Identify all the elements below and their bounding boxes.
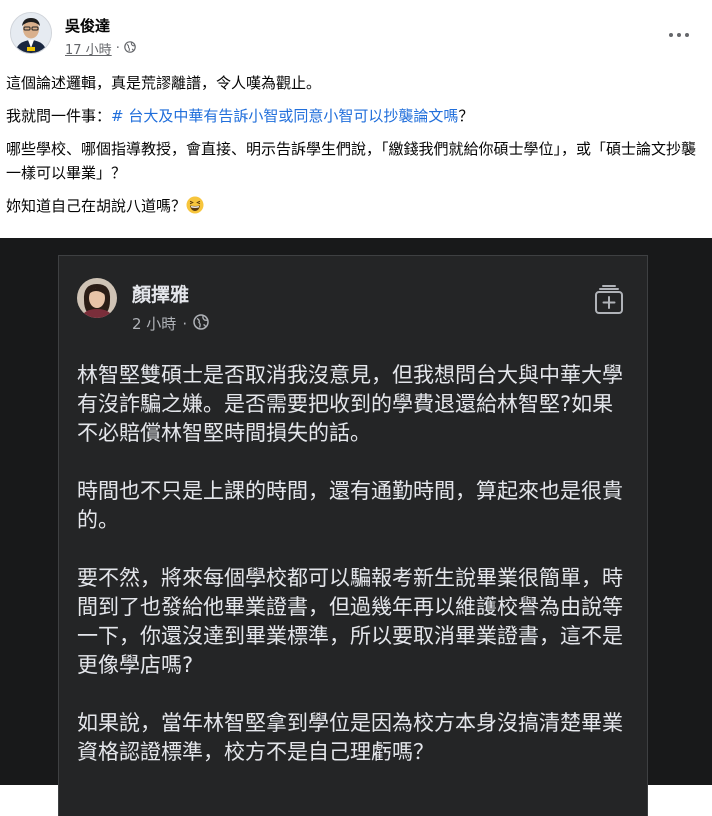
embedded-author-avatar [77, 278, 117, 318]
post-body: 這個論述邏輯，真是荒謬離譜，令人嘆為觀止。 我就問一件事：# 台大及中華有告訴小… [6, 71, 696, 227]
grinning-sweat-emoji-icon [186, 196, 204, 214]
embedded-paragraph: 林智堅雙碩士是否取消我沒意見，但我想問台大與中華大學有沒詐騙之嫌。是否需要把收到… [77, 363, 623, 445]
more-options-icon[interactable] [666, 22, 692, 48]
author-name[interactable]: 吳俊達 [65, 15, 110, 36]
save-post-icon [593, 284, 625, 316]
embedded-paragraph: 時間也不只是上課的時間，還有通勤時間，算起來也是很貴的。 [77, 479, 623, 532]
embedded-paragraph: 如果說，當年林智堅拿到學位是因為校方本身沒搞清楚畢業資格認證標準，校方不是自己理… [77, 711, 623, 764]
author-avatar[interactable] [10, 12, 52, 54]
closing-question: 妳知道自己在胡說八道嗎？ [6, 197, 187, 215]
meta-separator: · [115, 41, 120, 56]
post-timestamp[interactable]: 17 小時 [65, 39, 112, 58]
question-prefix: 我就問一件事： [6, 107, 112, 125]
embedded-post-meta: 2 小時 · [132, 313, 209, 334]
post-paragraph: 我就問一件事：# 台大及中華有告訴小智或同意小智可以抄襲論文嗎？ [6, 104, 696, 128]
post-paragraph: 這個論述邏輯，真是荒謬離譜，令人嘆為觀止。 [6, 74, 322, 92]
embedded-screenshot[interactable]: 顏擇雅 2 小時 · 林智堅雙碩士是否取消我沒意見，但我想問台大與中華大學有沒詐… [0, 238, 712, 816]
hashtag-link[interactable]: # 台大及中華有告訴小智或同意小智可以抄襲論文嗎 [111, 107, 458, 125]
embedded-globe-icon [193, 313, 209, 334]
embedded-timestamp: 2 小時 [132, 315, 177, 333]
embedded-paragraph: 要不然，將來每個學校都可以騙報考新生說畢業很簡單，時間到了也發給他畢業證書，但過… [77, 566, 623, 677]
embedded-author-name: 顏擇雅 [132, 284, 190, 306]
post-paragraph: 妳知道自己在胡說八道嗎？ [6, 194, 696, 218]
post-paragraph: 哪些學校、哪個指導教授，會直接、明示告訴學生們說，「繳錢我們就給你碩士學位」，或… [6, 140, 697, 182]
embedded-post-card: 顏擇雅 2 小時 · 林智堅雙碩士是否取消我沒意見，但我想問台大與中華大學有沒詐… [58, 255, 648, 816]
question-suffix: ？ [458, 107, 474, 125]
embedded-post-body: 林智堅雙碩士是否取消我沒意見，但我想問台大與中華大學有沒詐騙之嫌。是否需要把收到… [77, 361, 633, 796]
embedded-meta-separator: · [182, 314, 188, 333]
post-meta: 17 小時 · [65, 39, 136, 58]
post-header: 吳俊達 17 小時 · [10, 12, 702, 60]
globe-icon[interactable] [124, 40, 136, 57]
